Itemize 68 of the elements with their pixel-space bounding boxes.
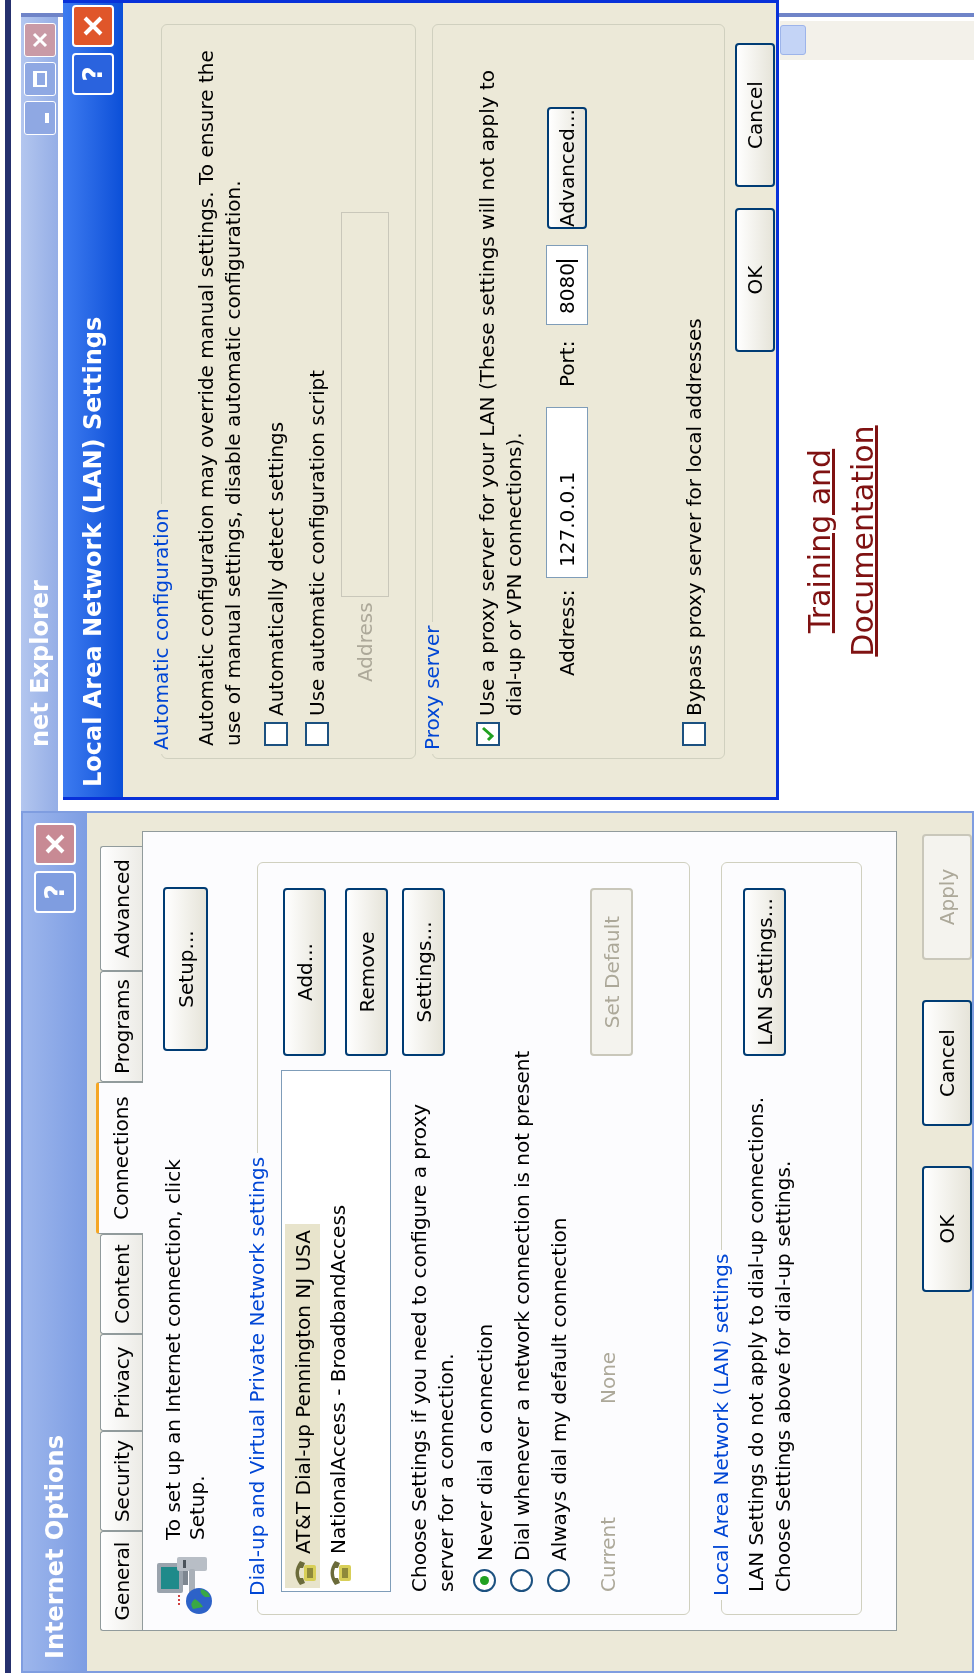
page-link[interactable]: Documentation xyxy=(841,425,884,657)
window-title: Internet Options xyxy=(40,1435,70,1659)
window-title: net Explorer xyxy=(27,580,52,747)
tab[interactable]: Programs xyxy=(100,971,142,1082)
auto-config-note: Automatic configuration may override manual settings. To ensure the use of manual settings, disable automatic configuration. xyxy=(193,49,246,746)
checkbox-label: Automatically detect settings xyxy=(263,421,289,716)
close-button[interactable] xyxy=(72,5,114,47)
radio-label: Always dial my default connection xyxy=(545,1217,572,1561)
close-icon xyxy=(31,32,48,48)
port-field[interactable]: 8080 xyxy=(546,245,588,325)
connection-item[interactable]: NationalAccess - BroadbandAccess xyxy=(320,1198,355,1588)
page-link[interactable]: Training and xyxy=(798,448,841,634)
port-label: Port: xyxy=(554,339,580,387)
text-cursor xyxy=(556,260,578,263)
tab[interactable]: Connections xyxy=(96,1082,143,1234)
close-icon xyxy=(82,15,104,37)
group-label: Proxy server xyxy=(421,624,444,752)
checkbox[interactable] xyxy=(682,722,706,746)
scrollbar[interactable] xyxy=(780,21,974,60)
radio-button[interactable] xyxy=(547,1569,570,1592)
maximize-button[interactable] xyxy=(23,62,56,96)
close-icon xyxy=(44,833,66,855)
radio-label: Dial whenever a network connection is not present xyxy=(508,1050,535,1561)
close-button[interactable] xyxy=(23,23,56,57)
dialup-button[interactable]: Remove xyxy=(345,888,388,1056)
lan-settings-button[interactable]: LAN Settings... xyxy=(743,888,786,1056)
tab[interactable]: General xyxy=(100,1531,142,1631)
checkbox-label: Use automatic configuration script xyxy=(304,370,330,716)
help-button[interactable]: ? xyxy=(72,53,114,95)
window-title: Local Area Network (LAN) Settings xyxy=(78,316,108,787)
tab[interactable]: Security xyxy=(100,1431,142,1531)
address-field[interactable]: 127.0.0.1 xyxy=(546,407,588,578)
advanced-button[interactable]: Advanced... xyxy=(547,107,587,229)
current-value: None xyxy=(595,1351,621,1404)
proxy-note: Choose Settings if you need to configure a proxy server for a connection. xyxy=(406,1102,459,1592)
checkbox-label: Bypass proxy server for local addresses xyxy=(681,318,707,716)
dialog-button[interactable]: OK xyxy=(922,1166,972,1292)
connection-item[interactable]: AT&T Dial-up Pennington NJ USA xyxy=(285,1224,320,1588)
maximize-icon xyxy=(32,71,47,87)
tab[interactable]: Advanced xyxy=(100,846,142,971)
radio-label: Never dial a connection xyxy=(471,1323,498,1561)
scroll-thumb[interactable] xyxy=(780,25,806,56)
lan-note: LAN Settings do not apply to dial-up connections. Choose Settings above for dial-up settings. xyxy=(743,1095,796,1592)
tab[interactable]: Content xyxy=(100,1234,142,1334)
setup-button[interactable]: Setup... xyxy=(163,887,208,1051)
tab[interactable]: Privacy xyxy=(100,1334,142,1431)
checkbox[interactable] xyxy=(476,722,500,746)
address-label: Address xyxy=(352,601,378,682)
radio-button[interactable] xyxy=(510,1569,533,1592)
dialup-button[interactable]: Add... xyxy=(283,888,326,1056)
check-icon xyxy=(480,726,496,742)
group-label: Automatic configuration xyxy=(150,507,173,752)
checkbox-label: Use a proxy server for your LAN (These settings will not apply to dial-up or VPN connections). xyxy=(474,69,527,716)
minimize-button[interactable] xyxy=(23,101,56,135)
address-label: Address: xyxy=(554,588,580,676)
dialog-button[interactable]: Cancel xyxy=(735,43,775,187)
setup-instruction: To set up an Internet connection, click Setup. xyxy=(161,1159,209,1540)
current-label: Current xyxy=(595,1515,621,1592)
group-label: Local Area Network (LAN) settings xyxy=(710,1252,733,1598)
dialog-button[interactable]: Cancel xyxy=(922,1000,972,1126)
minimize-icon xyxy=(44,113,49,123)
close-button[interactable] xyxy=(34,823,76,865)
checkbox[interactable] xyxy=(264,722,288,746)
dialup-button[interactable]: Settings... xyxy=(402,888,445,1056)
dialog-button[interactable]: OK xyxy=(735,208,775,352)
checkbox[interactable] xyxy=(305,722,329,746)
group-label: Dial-up and Virtual Private Network settings xyxy=(246,1155,269,1598)
radio-button[interactable] xyxy=(473,1569,496,1592)
